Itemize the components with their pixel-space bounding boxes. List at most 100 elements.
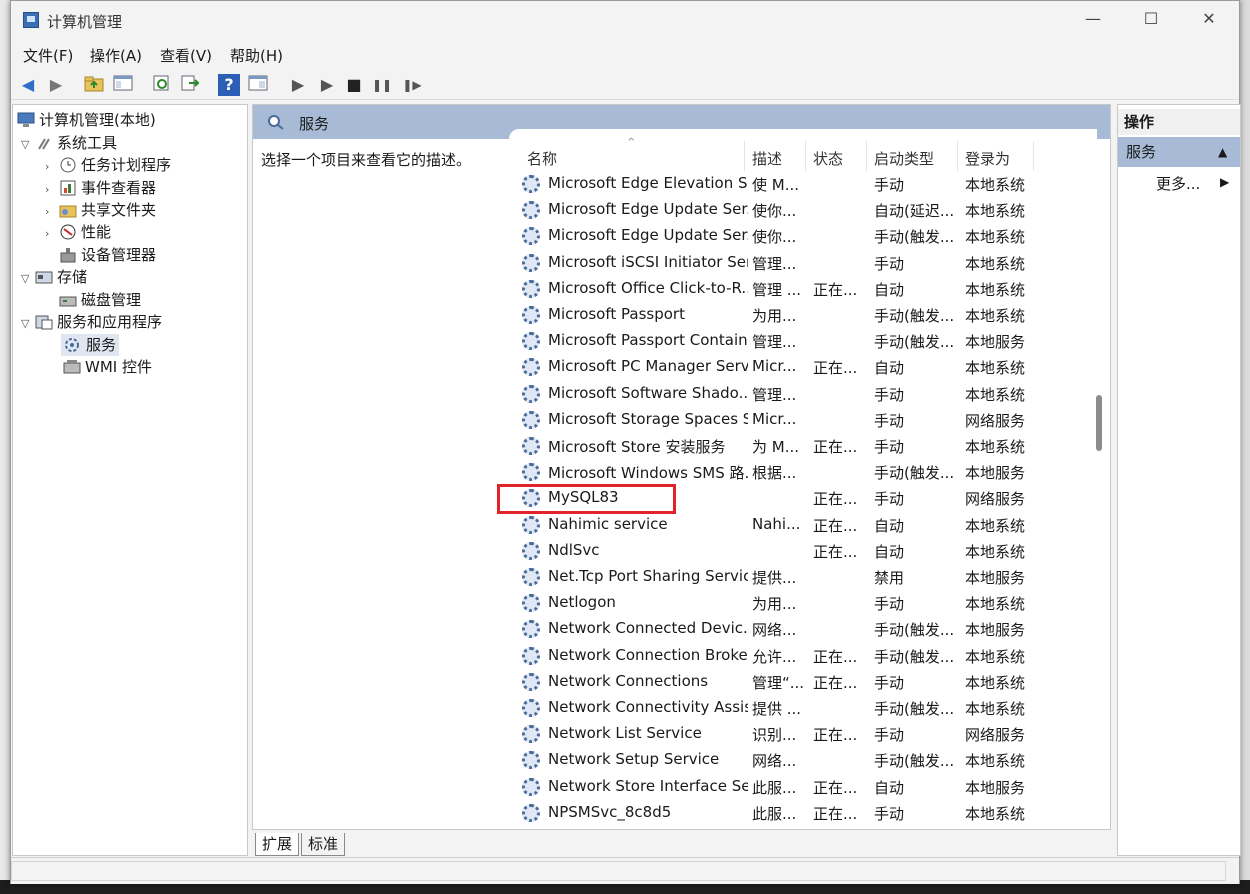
table-row[interactable]: Microsoft Windows SMS 路... 根据... 手动(触发... 本… <box>518 459 1108 485</box>
start-service-alt-icon[interactable]: ▶ <box>316 74 338 96</box>
tree-item-performance[interactable]: › 性能 <box>45 221 111 243</box>
cell-desc: 为 M... <box>752 438 800 456</box>
cell-desc: Micr... <box>752 409 797 428</box>
tree-label: 性能 <box>81 223 112 241</box>
tree-item-shared-folders[interactable]: › 共享文件夹 <box>45 199 156 221</box>
cell-desc: 为用... <box>752 307 797 325</box>
menu-action[interactable]: 操作(A) <box>90 45 142 66</box>
export-list-icon[interactable] <box>179 74 201 96</box>
table-row[interactable]: Network Connection Broker 允许... 正在... 手动(触发… <box>518 643 1108 669</box>
column-header-status[interactable]: 状态 <box>813 148 843 169</box>
table-row[interactable]: Netlogon 为用... 手动 本地系统 <box>518 590 1108 616</box>
table-row[interactable]: Microsoft Storage Spaces S... Micr... 手动 网络… <box>518 407 1108 433</box>
table-row[interactable]: Network List Service 识别... 正在... 手动 网络服务 <box>518 721 1108 747</box>
table-row[interactable]: Microsoft Passport 为用... 手动(触发... 本地系统 <box>518 302 1108 328</box>
cell-name: Network Setup Service <box>548 750 720 769</box>
table-row[interactable]: Microsoft Edge Elevation S... 使 M... 手动 本地系… <box>518 171 1108 197</box>
tree-item-storage[interactable]: ▽ 存储 <box>21 266 87 288</box>
stop-service-icon[interactable]: ■ <box>343 74 365 96</box>
gear-icon <box>522 803 540 822</box>
table-row[interactable]: Microsoft iSCSI Initiator Ser... 管理... 手动 本… <box>518 250 1108 276</box>
column-header-name[interactable]: 名称 <box>527 148 557 169</box>
column-divider[interactable] <box>1033 141 1034 171</box>
table-row[interactable]: Microsoft PC Manager Serv... Micr... 正在...… <box>518 354 1108 380</box>
gear-icon <box>522 594 540 613</box>
column-divider[interactable] <box>805 141 806 171</box>
cell-status: 正在... <box>813 726 858 745</box>
table-row[interactable]: NPSMSvc_8c8d5 此服... 正在... 手动 本地系统 <box>518 800 1108 826</box>
table-row[interactable]: Microsoft Edge Update Ser... 使你... 自动(延迟..… <box>518 197 1108 223</box>
collapse-up-icon[interactable]: ▲ <box>1218 137 1227 167</box>
disk-icon <box>59 292 77 308</box>
table-row[interactable]: Net.Tcp Port Sharing Service 提供... 禁用 本地服务 <box>518 564 1108 590</box>
forward-arrow-icon[interactable]: ▶ <box>45 74 67 96</box>
table-row[interactable]: NdlSvc 正在... 自动 本地系统 <box>518 538 1108 564</box>
menu-help[interactable]: 帮助(H) <box>230 45 283 66</box>
cell-status: 正在... <box>813 280 858 299</box>
tree-item-wmi-control[interactable]: WMI 控件 <box>63 356 152 378</box>
show-hide-tree-icon[interactable] <box>112 74 134 96</box>
chevron-right-icon[interactable]: › <box>45 179 59 201</box>
up-folder-icon[interactable] <box>83 74 105 96</box>
chevron-down-icon[interactable]: ▽ <box>21 313 35 335</box>
tree-item-system-tools[interactable]: ▽ 系统工具 <box>21 132 117 154</box>
table-row[interactable]: Nahimic service Nahi... 正在... 自动 本地系统 <box>518 512 1108 538</box>
table-row[interactable]: Network Connected Devic... 网络... 手动(触发... 本… <box>518 616 1108 642</box>
tree-item-computer-management[interactable]: 计算机管理(本地) <box>17 109 156 131</box>
actions-more[interactable]: 更多... ▶ <box>1156 173 1229 194</box>
cell-logon: 网络服务 <box>965 411 1026 430</box>
table-row[interactable]: Microsoft Edge Update Ser... 使你... 手动(触发..… <box>518 223 1108 249</box>
cell-logon: 本地服务 <box>965 333 1026 352</box>
services-panel: 服务 选择一个项目来查看它的描述。 ^ 名称 描述 状态 启动类型 登录为 Mi… <box>252 104 1111 830</box>
pause-service-icon[interactable]: ❚❚ <box>371 74 393 96</box>
cell-desc: 允许... <box>752 647 797 666</box>
column-header-startup-type[interactable]: 启动类型 <box>874 148 934 169</box>
column-divider[interactable] <box>866 141 867 171</box>
table-row[interactable]: Network Connections 管理“... 正在... 手动 本地系统 <box>518 669 1108 695</box>
tree-item-event-viewer[interactable]: › 事件查看器 <box>45 177 156 199</box>
back-arrow-icon[interactable]: ◀ <box>17 74 39 96</box>
tree-item-services-and-applications[interactable]: ▽ 服务和应用程序 <box>21 311 162 333</box>
table-row[interactable]: Network Setup Service 网络... 手动(触发... 本地系统 <box>518 747 1108 773</box>
performance-icon <box>59 224 77 240</box>
cell-desc: 提供... <box>752 569 797 587</box>
vertical-scrollbar[interactable] <box>1095 139 1109 829</box>
table-row[interactable]: Network Store Interface Se... 此服... 正在... 自… <box>518 774 1108 800</box>
tree-item-services[interactable]: 服务 <box>61 334 120 356</box>
minimize-button[interactable]: — <box>1083 9 1103 29</box>
tree-item-device-manager[interactable]: 设备管理器 <box>59 244 156 266</box>
column-divider[interactable] <box>957 141 958 171</box>
column-header-log-on-as[interactable]: 登录为 <box>965 148 1010 169</box>
scrollbar-thumb[interactable] <box>1096 395 1102 451</box>
chevron-down-icon[interactable]: ▽ <box>21 268 35 290</box>
table-row[interactable]: Microsoft Store 安装服务 为 M... 正在... 手动 本地系统 <box>518 433 1108 459</box>
cell-name: Network Connected Devic... <box>548 619 748 638</box>
tab-standard[interactable]: 标准 <box>301 833 346 856</box>
gear-icon <box>522 515 540 534</box>
refresh-icon[interactable] <box>151 74 173 96</box>
menu-file[interactable]: 文件(F) <box>23 45 73 66</box>
gear-icon <box>522 777 540 796</box>
properties-pane-icon[interactable] <box>247 74 269 96</box>
column-header-description[interactable]: 描述 <box>752 148 782 169</box>
table-row[interactable]: Network Connectivity Assis... 提供 ... 手动(触发… <box>518 695 1108 721</box>
tree-item-disk-management[interactable]: 磁盘管理 <box>59 289 141 311</box>
tab-extended[interactable]: 扩展 <box>255 833 300 856</box>
chevron-right-icon[interactable]: › <box>45 223 59 245</box>
help-icon[interactable]: ? <box>218 74 240 96</box>
start-service-icon[interactable]: ▶ <box>287 74 309 96</box>
table-row[interactable]: Microsoft Passport Container 管理... 手动(触发..… <box>518 328 1108 354</box>
chevron-down-icon[interactable]: ▽ <box>21 134 35 156</box>
column-divider[interactable] <box>744 141 745 171</box>
close-button[interactable]: ✕ <box>1199 9 1219 29</box>
tree-item-task-scheduler[interactable]: › 任务计划程序 <box>45 154 171 176</box>
menu-view[interactable]: 查看(V) <box>160 45 212 66</box>
actions-services-section[interactable]: 服务 ▲ <box>1118 137 1240 167</box>
chevron-right-icon[interactable]: › <box>45 201 59 223</box>
maximize-button[interactable]: ☐ <box>1141 9 1161 29</box>
title-bar[interactable]: 计算机管理 — ☐ ✕ <box>11 1 1239 39</box>
table-row[interactable]: Microsoft Software Shado... 管理... 手动 本地系统 <box>518 381 1108 407</box>
restart-service-icon[interactable]: ❚▶ <box>401 74 423 96</box>
table-row[interactable]: Microsoft Office Click-to-R... 管理 ... 正在..… <box>518 276 1108 302</box>
chevron-right-icon[interactable]: › <box>45 156 59 178</box>
